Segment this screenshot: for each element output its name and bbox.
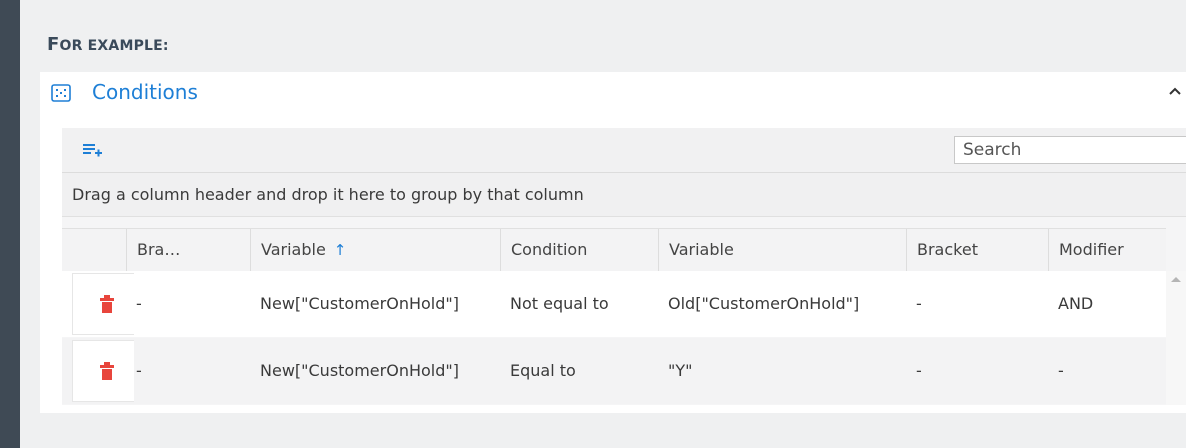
header-variable-left[interactable]: Variable ↑ xyxy=(250,229,500,271)
trash-icon[interactable] xyxy=(100,361,114,381)
cell-bracket-close: - xyxy=(916,361,922,380)
cell-bracket-open: - xyxy=(136,294,142,313)
conditions-panel: Conditions Drag a column header and drop… xyxy=(40,72,1186,413)
chevron-up-icon[interactable] xyxy=(1166,82,1184,100)
header-condition[interactable]: Condition xyxy=(500,229,658,271)
panel-title: Conditions xyxy=(92,80,198,104)
grid-header-row: Bra… Variable ↑ Condition Variable Bracke… xyxy=(62,228,1166,272)
cell-bracket-open: - xyxy=(136,361,142,380)
header-actions xyxy=(62,229,126,271)
cell-modifier: AND xyxy=(1058,294,1094,313)
left-accent-bar xyxy=(0,0,20,448)
trash-icon[interactable] xyxy=(100,294,114,314)
header-bracket-open[interactable]: Bra… xyxy=(126,229,250,271)
sort-ascending-icon: ↑ xyxy=(333,241,347,259)
cell-modifier: - xyxy=(1058,361,1064,380)
delete-cell xyxy=(72,340,134,402)
grid-toolbar xyxy=(62,128,1186,173)
cell-bracket-close: - xyxy=(916,294,922,313)
cell-condition: Not equal to xyxy=(510,294,609,313)
conditions-icon xyxy=(51,84,71,102)
conditions-grid: Drag a column header and drop it here to… xyxy=(62,128,1186,405)
vertical-scrollbar[interactable] xyxy=(1166,271,1186,405)
example-heading: FOR EXAMPLE: xyxy=(47,34,169,55)
cell-variable-left: New["CustomerOnHold"] xyxy=(260,294,459,313)
cell-variable-right: "Y" xyxy=(668,361,693,380)
header-bracket-close[interactable]: Bracket xyxy=(906,229,1048,271)
delete-cell xyxy=(72,273,134,335)
add-row-icon[interactable] xyxy=(82,140,104,160)
header-modifier[interactable]: Modifier xyxy=(1048,229,1166,271)
cell-variable-right: Old["CustomerOnHold"] xyxy=(668,294,860,313)
cell-condition: Equal to xyxy=(510,361,576,380)
table-row[interactable]: - New["CustomerOnHold"] Equal to "Y" - - xyxy=(62,338,1166,404)
header-variable-right[interactable]: Variable xyxy=(658,229,906,271)
table-row[interactable]: - New["CustomerOnHold"] Not equal to Old… xyxy=(62,271,1166,337)
group-by-panel[interactable]: Drag a column header and drop it here to… xyxy=(62,173,1186,217)
panel-header[interactable]: Conditions xyxy=(40,72,1186,116)
search-input[interactable] xyxy=(954,136,1186,164)
scroll-up-icon[interactable] xyxy=(1171,277,1181,282)
cell-variable-left: New["CustomerOnHold"] xyxy=(260,361,459,380)
